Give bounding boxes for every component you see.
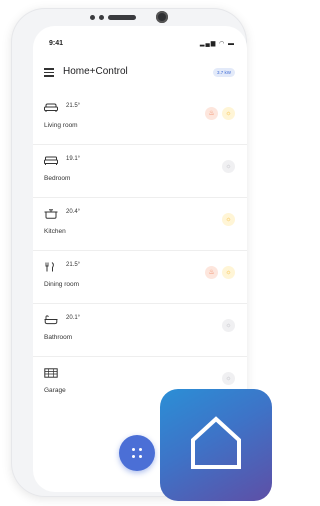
room-status-badges: ☼ xyxy=(222,213,235,226)
room-temperature: 20.4° xyxy=(66,209,81,215)
power-consumption-badge[interactable]: 3.7 kW xyxy=(212,68,235,77)
status-time: 9:41 xyxy=(49,40,64,47)
house-icon xyxy=(191,416,241,469)
room-temperature: 20.1° xyxy=(66,315,81,321)
bathtub-icon xyxy=(44,315,58,325)
sensor-dot xyxy=(90,15,95,20)
app-title: Home+Control xyxy=(63,66,128,77)
room-temperature: 21.5° xyxy=(66,103,81,109)
room-name: Living room xyxy=(44,122,78,129)
app-logo xyxy=(160,389,272,501)
room-status-badges: ☼ xyxy=(222,372,235,385)
room-row-living-room[interactable]: 21.5° Living room ♨ ☼ xyxy=(33,92,247,144)
cooking-pot-icon xyxy=(44,209,58,219)
flame-icon[interactable]: ♨ xyxy=(205,266,218,279)
room-name: Bathroom xyxy=(44,334,73,341)
room-list: 21.5° Living room ♨ ☼ 19.1° Bedroom ☼ 20… xyxy=(33,92,247,409)
status-icons: ▂▄▆ ◠ ▬ xyxy=(200,40,235,47)
room-name: Kitchen xyxy=(44,228,66,235)
battery-icon: ▬ xyxy=(228,41,235,47)
room-temperature: 21.5° xyxy=(66,262,81,268)
lightbulb-on-icon[interactable]: ☼ xyxy=(222,213,235,226)
flame-icon[interactable]: ♨ xyxy=(205,107,218,120)
lightbulb-off-icon[interactable]: ☼ xyxy=(222,160,235,173)
room-row-bedroom[interactable]: 19.1° Bedroom ☼ xyxy=(33,144,247,197)
status-bar: 9:41 ▂▄▆ ◠ ▬ xyxy=(33,26,247,52)
room-status-badges: ♨ ☼ xyxy=(205,107,235,120)
grid-dots-icon[interactable] xyxy=(119,435,155,471)
lightbulb-on-icon[interactable]: ☼ xyxy=(222,266,235,279)
sofa-icon xyxy=(44,103,58,112)
sensor-dot xyxy=(99,15,104,20)
room-name: Dining room xyxy=(44,281,80,288)
room-temperature: 19.1° xyxy=(66,156,81,162)
speaker-grille xyxy=(108,15,136,20)
room-name: Garage xyxy=(44,387,66,394)
room-row-dining-room[interactable]: 21.5° Dining room ♨ ☼ xyxy=(33,250,247,303)
room-status-badges: ☼ xyxy=(222,319,235,332)
menu-icon[interactable] xyxy=(44,68,54,77)
garage-icon xyxy=(44,368,58,378)
room-row-bathroom[interactable]: 20.1° Bathroom ☼ xyxy=(33,303,247,356)
cutlery-icon xyxy=(45,262,54,272)
room-row-kitchen[interactable]: 20.4° Kitchen ☼ xyxy=(33,197,247,250)
signal-icon: ▂▄▆ xyxy=(199,41,217,47)
app-bar: Home+Control 3.7 kW xyxy=(33,59,247,89)
lightbulb-on-icon[interactable]: ☼ xyxy=(222,107,235,120)
lightbulb-off-icon[interactable]: ☼ xyxy=(222,372,235,385)
room-status-badges: ☼ xyxy=(222,160,235,173)
room-name: Bedroom xyxy=(44,175,71,182)
wifi-icon: ◠ xyxy=(219,41,226,47)
front-camera xyxy=(156,11,168,23)
bed-icon xyxy=(44,156,58,165)
room-status-badges: ♨ ☼ xyxy=(205,266,235,279)
lightbulb-off-icon[interactable]: ☼ xyxy=(222,319,235,332)
